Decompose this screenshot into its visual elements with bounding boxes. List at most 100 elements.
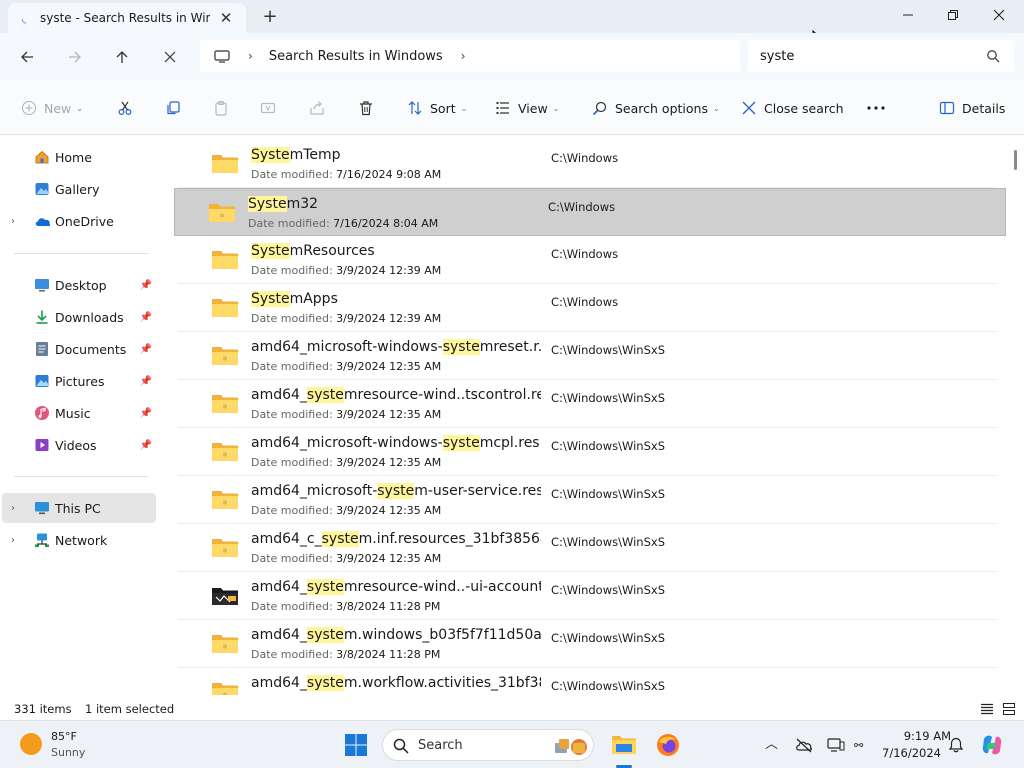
language-icon[interactable]: ⚯: [853, 737, 871, 753]
file-name[interactable]: SystemResources: [251, 243, 375, 259]
file-row[interactable]: SystemTemp Date modified: 7/16/2024 9:08 …: [178, 140, 996, 188]
date-modified-label: Date modified:: [251, 360, 333, 373]
stop-button[interactable]: [158, 45, 182, 69]
sidebar-item-documents[interactable]: Documents 📌: [2, 334, 156, 364]
file-row[interactable]: SystemResources Date modified: 3/9/2024 1…: [178, 236, 996, 284]
tab-title: syste - Search Results in Windows: [40, 11, 210, 25]
sidebar-item-music[interactable]: Music 📌: [2, 398, 156, 428]
pin-icon[interactable]: 📌: [140, 312, 152, 323]
sidebar-item-videos[interactable]: Videos 📌: [2, 430, 156, 460]
weather-temperature[interactable]: 85°F: [51, 730, 77, 743]
file-name[interactable]: amd64_system.workflow.activities_31bf38.…: [251, 675, 541, 691]
address-bar[interactable]: › Search Results in Windows ›: [200, 40, 740, 72]
tab-search-results[interactable]: ◟ syste - Search Results in Windows ✕: [8, 3, 246, 33]
new-button[interactable]: New ⌄: [20, 97, 83, 119]
copy-button[interactable]: [164, 97, 182, 119]
sidebar-item-onedrive[interactable]: › OneDrive: [2, 206, 156, 236]
file-name[interactable]: amd64_systemresource-wind..-ui-account..…: [251, 579, 541, 595]
copilot-icon[interactable]: [980, 733, 1004, 757]
up-button[interactable]: [110, 45, 134, 69]
onedrive-offline-icon[interactable]: [795, 737, 813, 753]
sidebar-item-pictures[interactable]: Pictures 📌: [2, 366, 156, 396]
sidebar-item-home[interactable]: Home: [2, 142, 156, 172]
cut-button[interactable]: [116, 97, 134, 119]
sidebar-item-this-pc[interactable]: › This PC: [2, 493, 156, 523]
file-row[interactable]: amd64_c_system.inf.resources_31bf3856a..…: [178, 524, 996, 572]
display-icon[interactable]: [827, 737, 845, 753]
maximize-button[interactable]: [930, 0, 976, 30]
breadcrumb[interactable]: Search Results in Windows: [269, 49, 443, 64]
file-name[interactable]: amd64_c_system.inf.resources_31bf3856a..…: [251, 531, 541, 547]
details-view-icon[interactable]: [980, 702, 994, 716]
file-name[interactable]: System32: [248, 196, 318, 212]
file-explorer-taskbar-icon[interactable]: [611, 731, 637, 757]
delete-button[interactable]: [357, 97, 375, 119]
chevron-right-icon[interactable]: ›: [461, 49, 466, 63]
back-button[interactable]: [15, 45, 39, 69]
sidebar-item-network[interactable]: › Network: [2, 525, 156, 555]
clock-date[interactable]: 7/16/2024: [877, 746, 941, 760]
close-tab-icon[interactable]: ✕: [218, 10, 234, 26]
file-name[interactable]: amd64_microsoft-windows-systemreset.r...: [251, 339, 541, 355]
start-button[interactable]: [343, 732, 369, 758]
more-options-button[interactable]: [865, 97, 887, 119]
pin-icon[interactable]: 📌: [140, 376, 152, 387]
pin-icon[interactable]: 📌: [140, 280, 152, 291]
search-input[interactable]: [760, 48, 970, 64]
file-row[interactable]: amd64_system.windows_b03f5f7f11d50a3... D…: [178, 620, 996, 668]
file-row[interactable]: amd64_microsoft-system-user-service.res.…: [178, 476, 996, 524]
taskbar-search[interactable]: Search: [382, 729, 594, 761]
details-pane-button[interactable]: Details: [938, 97, 1005, 119]
chevron-right-icon[interactable]: ›: [248, 49, 253, 63]
rename-button[interactable]: [259, 97, 277, 119]
chevron-right-icon[interactable]: ›: [11, 503, 15, 514]
firefox-taskbar-icon[interactable]: [655, 732, 681, 758]
file-row[interactable]: amd64_systemresource-wind..tscontrol.res…: [178, 380, 996, 428]
pin-icon[interactable]: 📌: [140, 408, 152, 419]
file-name-prefix: amd64_microsoft-windows-: [251, 435, 443, 451]
chevron-right-icon[interactable]: ›: [11, 216, 15, 227]
share-button[interactable]: [308, 97, 326, 119]
vertical-scrollbar[interactable]: [1010, 138, 1022, 694]
file-name[interactable]: SystemApps: [251, 291, 338, 307]
file-name[interactable]: amd64_microsoft-system-user-service.res.…: [251, 483, 541, 499]
file-name[interactable]: SystemTemp: [251, 147, 341, 163]
tiles-view-icon[interactable]: [1002, 702, 1016, 716]
loading-icon: ◟: [21, 11, 27, 25]
forward-button[interactable]: [63, 45, 87, 69]
file-row[interactable]: amd64_systemresource-wind..-ui-account..…: [178, 572, 996, 620]
file-row[interactable]: System32 Date modified: 7/16/2024 8:04 AM…: [174, 188, 1006, 236]
date-modified-label: Date modified:: [251, 264, 333, 277]
close-window-button[interactable]: [976, 0, 1022, 30]
weather-condition[interactable]: Sunny: [51, 746, 85, 759]
sidebar-item-gallery[interactable]: Gallery: [2, 174, 156, 204]
date-modified-value: 3/9/2024 12:39 AM: [336, 312, 442, 325]
sun-icon[interactable]: [20, 733, 42, 755]
search-icon[interactable]: [986, 49, 1000, 63]
view-button[interactable]: View ⌄: [494, 97, 559, 119]
file-row[interactable]: SystemApps Date modified: 3/9/2024 12:39 …: [178, 284, 996, 332]
file-row[interactable]: amd64_system.workflow.activities_31bf38.…: [178, 668, 996, 695]
pin-icon[interactable]: 📌: [140, 440, 152, 451]
search-options-button[interactable]: Search options ⌄: [591, 97, 720, 119]
file-row[interactable]: amd64_microsoft-windows-systemreset.r...…: [178, 332, 996, 380]
minimize-button[interactable]: [885, 0, 931, 30]
chevron-up-icon[interactable]: ︿: [765, 733, 778, 752]
paste-button[interactable]: [212, 97, 230, 119]
sidebar-item-desktop[interactable]: Desktop 📌: [2, 270, 156, 300]
file-name[interactable]: amd64_systemresource-wind..tscontrol.res…: [251, 387, 541, 403]
file-row[interactable]: amd64_microsoft-windows-systemcpl.res...…: [178, 428, 996, 476]
file-name[interactable]: amd64_system.windows_b03f5f7f11d50a3...: [251, 627, 541, 643]
sort-button[interactable]: Sort ⌄: [406, 97, 467, 119]
notification-bell-icon[interactable]: [948, 737, 964, 753]
sidebar-item-downloads[interactable]: Downloads 📌: [2, 302, 156, 332]
file-name[interactable]: amd64_microsoft-windows-systemcpl.res...: [251, 435, 541, 451]
pin-icon[interactable]: 📌: [140, 344, 152, 355]
scrollbar-thumb[interactable]: [1014, 150, 1017, 170]
new-tab-button[interactable]: +: [260, 7, 280, 27]
close-search-button[interactable]: Close search: [740, 97, 844, 119]
clock-time[interactable]: 9:19 AM: [887, 729, 951, 743]
chevron-right-icon[interactable]: ›: [11, 535, 15, 546]
home-icon: [34, 149, 50, 165]
search-box[interactable]: [748, 40, 1014, 72]
